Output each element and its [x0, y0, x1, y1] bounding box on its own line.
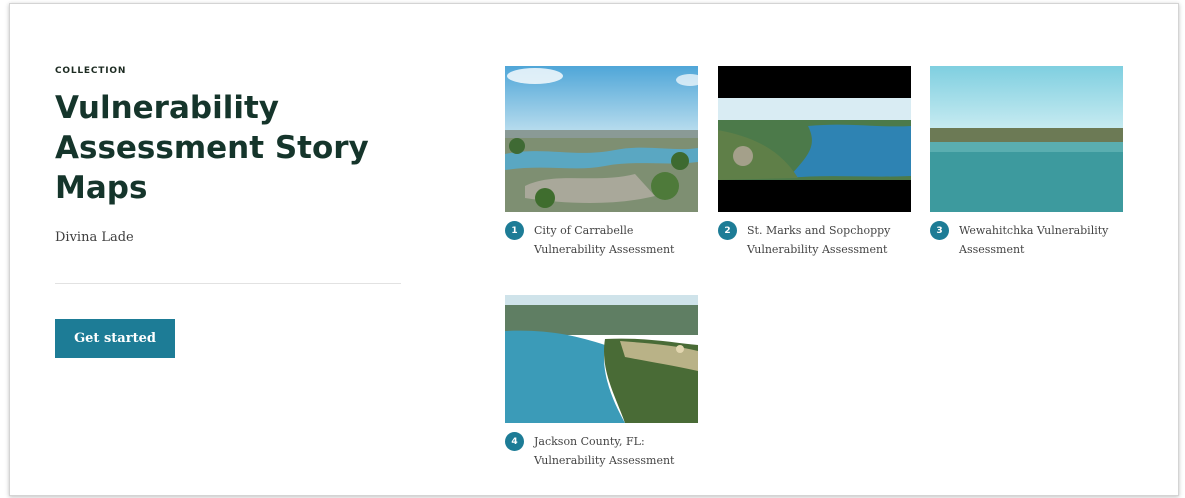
- item-number-badge-2: 2: [718, 221, 737, 240]
- collection-page: COLLECTION Vulnerability Assessment Stor…: [9, 3, 1179, 496]
- story-caption-4: 4 Jackson County, FL: Vulnerability Asse…: [505, 432, 698, 470]
- story-title-2[interactable]: St. Marks and Sopchoppy Vulnerability As…: [747, 221, 911, 259]
- item-number-badge-4: 4: [505, 432, 524, 451]
- story-caption-1: 1 City of Carrabelle Vulnerability Asses…: [505, 221, 698, 259]
- page-title: Vulnerability Assessment Story Maps: [55, 90, 369, 206]
- story-title-3[interactable]: Wewahitchka Vulnerability Assessment: [959, 221, 1123, 259]
- story-thumbnail-1[interactable]: [505, 66, 698, 212]
- story-title-1[interactable]: City of Carrabelle Vulnerability Assessm…: [534, 221, 698, 259]
- story-thumbnail-2[interactable]: [718, 66, 911, 212]
- story-thumbnail-3[interactable]: [930, 66, 1123, 212]
- story-thumbnail-4[interactable]: [505, 295, 698, 423]
- item-number-badge-1: 1: [505, 221, 524, 240]
- collection-eyebrow: COLLECTION: [55, 66, 127, 76]
- divider: [55, 283, 401, 284]
- story-caption-3: 3 Wewahitchka Vulnerability Assessment: [930, 221, 1123, 259]
- story-title-4[interactable]: Jackson County, FL: Vulnerability Assess…: [534, 432, 698, 470]
- story-card-3[interactable]: 3 Wewahitchka Vulnerability Assessment: [930, 66, 1123, 259]
- author-name: Divina Lade: [55, 230, 134, 245]
- story-card-1[interactable]: 1 City of Carrabelle Vulnerability Asses…: [505, 66, 698, 259]
- get-started-button[interactable]: Get started: [55, 319, 175, 358]
- story-card-2[interactable]: 2 St. Marks and Sopchoppy Vulnerability …: [718, 66, 911, 259]
- item-number-badge-3: 3: [930, 221, 949, 240]
- story-caption-2: 2 St. Marks and Sopchoppy Vulnerability …: [718, 221, 911, 259]
- story-card-4[interactable]: 4 Jackson County, FL: Vulnerability Asse…: [505, 295, 698, 470]
